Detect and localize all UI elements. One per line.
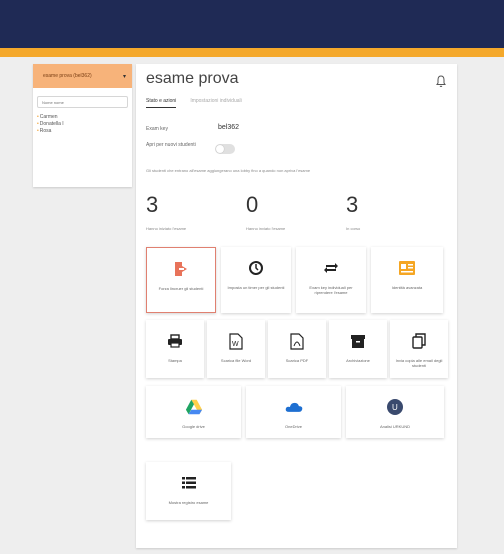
- exam-key-label: Exam key: [146, 126, 168, 132]
- caret-down-icon: ▾: [122, 73, 126, 80]
- urkund-analysis-button[interactable]: U Analisi URKUND: [346, 386, 444, 438]
- student-search-input[interactable]: [37, 96, 128, 108]
- print-button[interactable]: Stampa: [146, 320, 204, 378]
- status-dot-icon: •: [37, 121, 39, 127]
- archive-button[interactable]: Archiviazione: [329, 320, 387, 378]
- stat-started-value: 3: [146, 192, 159, 217]
- exam-panel: esame prova Stato e azioni Impostazioni …: [136, 64, 457, 548]
- svg-text:U: U: [392, 403, 398, 412]
- status-dot-icon: •: [37, 128, 39, 134]
- exam-select-label: esame prova (bel362): [43, 73, 92, 79]
- email-copy-button[interactable]: Invia copia alle email degli studenti: [390, 320, 448, 378]
- force-exit-students-button[interactable]: Forza lincruer gli studenti: [146, 247, 216, 313]
- student-list: •Carmen •Donatella I •Rosa: [37, 114, 132, 135]
- word-file-icon: W: [227, 332, 245, 350]
- stat-started-label: Hanno iniziato l'esame: [146, 226, 187, 231]
- show-exam-log-button[interactable]: Mostra registro esame: [146, 462, 231, 520]
- tab-bar: Stato e azioni Impostazioni individuali: [146, 98, 242, 108]
- top-accent-line: [0, 48, 504, 57]
- list-icon: [180, 474, 198, 492]
- urkund-icon: U: [386, 398, 404, 416]
- tab-status-actions[interactable]: Stato e azioni: [146, 98, 177, 108]
- bell-icon[interactable]: [434, 74, 448, 88]
- exam-select-dropdown[interactable]: esame prova (bel362) ▾: [33, 64, 132, 88]
- stat-in-progress-label: In corso: [346, 226, 361, 231]
- archive-icon: [349, 332, 367, 350]
- student-item[interactable]: •Rosa: [37, 128, 132, 135]
- svg-text:W: W: [232, 341, 239, 348]
- onedrive-icon: [285, 398, 303, 416]
- advanced-identity-button[interactable]: Identità avanzata: [371, 247, 443, 313]
- timer-icon: [247, 259, 265, 277]
- id-card-icon: [398, 259, 416, 277]
- status-dot-icon: •: [37, 114, 39, 120]
- copy-icon: [410, 332, 428, 350]
- pdf-file-icon: [288, 332, 306, 350]
- tab-individual-settings[interactable]: Impostazioni individuali: [190, 98, 241, 108]
- open-new-students-toggle[interactable]: [215, 144, 235, 154]
- key-swap-icon: [322, 259, 340, 277]
- individual-exam-keys-button[interactable]: Exam key individuali per riprendere l'es…: [296, 247, 366, 313]
- student-item[interactable]: •Carmen: [37, 114, 132, 121]
- open-new-students-label: Apri per nuovi studenti: [146, 142, 196, 148]
- print-icon: [166, 332, 184, 350]
- onedrive-button[interactable]: OneDrive: [246, 386, 341, 438]
- top-app-bar: [0, 0, 504, 48]
- exam-key-value: bel362: [218, 124, 240, 131]
- set-timer-button[interactable]: Imposta un timer per gli studenti: [221, 247, 291, 313]
- google-drive-icon: [185, 398, 203, 416]
- student-item[interactable]: •Donatella I: [37, 121, 132, 128]
- lobby-hint-text: Gli studenti che entrano all'esame aggiu…: [146, 168, 311, 173]
- stat-submitted-value: 0: [246, 192, 259, 217]
- download-pdf-button[interactable]: Scarica PDF: [268, 320, 326, 378]
- exit-door-icon: [172, 260, 190, 278]
- google-drive-button[interactable]: Google drive: [146, 386, 241, 438]
- stat-submitted-label: Hanno inviato l'esame: [246, 226, 286, 231]
- sidebar: esame prova (bel362) ▾ •Carmen •Donatell…: [33, 64, 132, 187]
- toggle-knob: [216, 145, 224, 153]
- stat-in-progress-value: 3: [346, 192, 359, 217]
- download-word-button[interactable]: W Scarica file Word: [207, 320, 265, 378]
- page-title: esame prova: [146, 70, 239, 87]
